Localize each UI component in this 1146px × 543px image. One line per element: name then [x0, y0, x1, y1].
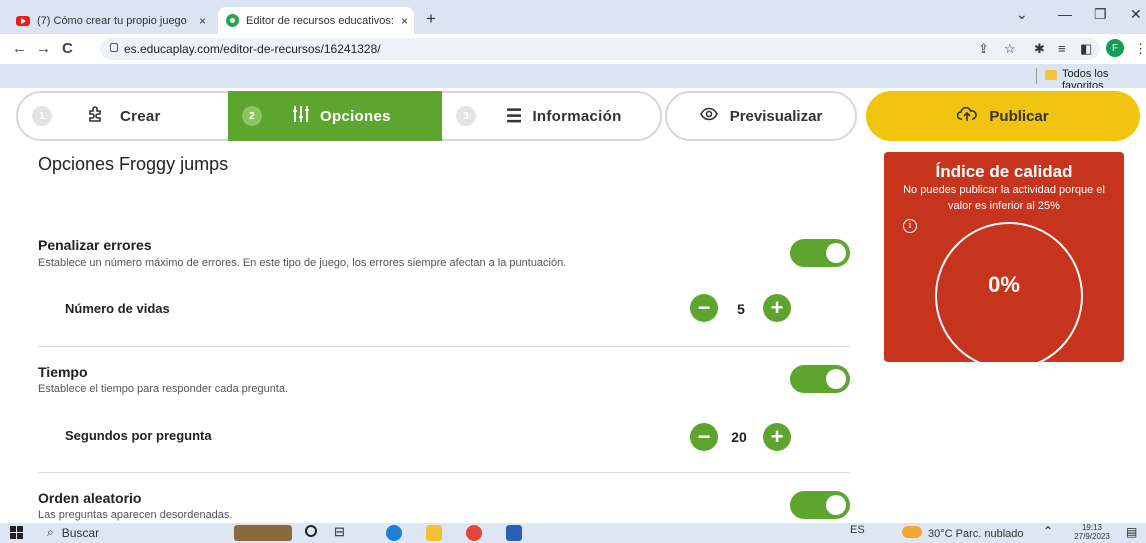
- chevron-up-icon[interactable]: ⌃: [1043, 524, 1053, 538]
- educaplay-favicon-icon: [226, 14, 239, 27]
- tab-title: Editor de recursos educativos:: [246, 14, 394, 27]
- random-order-toggle[interactable]: [790, 491, 850, 519]
- folder-icon: [1045, 70, 1057, 80]
- browser-tab-youtube[interactable]: (7) Cómo crear tu propio juego ×: [8, 7, 214, 34]
- seconds-decrement-button[interactable]: −: [690, 423, 718, 451]
- step-number: 2: [242, 106, 262, 126]
- cortana-icon[interactable]: [305, 525, 317, 537]
- weather-text[interactable]: 30°C Parc. nublado: [928, 528, 1024, 540]
- file-explorer-icon[interactable]: [426, 525, 442, 541]
- search-icon: ⌕: [47, 525, 54, 539]
- lives-label: Número de vidas: [65, 301, 170, 316]
- lock-icon: [110, 43, 118, 52]
- bookmark-star-icon[interactable]: ☆: [1004, 41, 1016, 57]
- step-opciones[interactable]: 2 Opciones: [228, 91, 442, 141]
- time-toggle[interactable]: [790, 365, 850, 393]
- info-icon[interactable]: i: [903, 219, 917, 233]
- quality-title: Índice de calidad: [935, 162, 1073, 181]
- youtube-favicon-icon: [16, 15, 30, 26]
- step-number: 3: [456, 106, 476, 126]
- clock-date: 27/9/2023: [1074, 532, 1110, 541]
- tab-title: (7) Cómo crear tu propio juego: [37, 14, 187, 27]
- extensions-icon[interactable]: ✱: [1034, 41, 1045, 57]
- eye-icon: [699, 107, 718, 125]
- taskbar-search[interactable]: ⌕ Buscar: [47, 525, 99, 540]
- publish-button[interactable]: Publicar: [866, 91, 1140, 141]
- quality-index-card: Índice de calidad No puedes publicar la …: [884, 152, 1124, 370]
- edge-icon[interactable]: [386, 525, 402, 541]
- puzzle-icon: [86, 104, 106, 129]
- section-divider: [38, 346, 850, 347]
- step-crear[interactable]: 1 Crear: [16, 91, 228, 141]
- penalize-title: Penalizar errores: [38, 237, 152, 253]
- close-tab-icon[interactable]: ×: [199, 14, 206, 28]
- random-order-title: Orden aleatorio: [38, 490, 142, 506]
- word-icon[interactable]: [506, 525, 522, 541]
- step-label: Información: [532, 107, 622, 125]
- clock-time: 19:13: [1081, 523, 1103, 532]
- new-tab-button[interactable]: +: [426, 9, 436, 29]
- lives-increment-button[interactable]: +: [763, 294, 791, 322]
- minimize-icon[interactable]: —: [1058, 6, 1072, 22]
- reload-icon[interactable]: C: [62, 40, 73, 57]
- sliders-icon: [292, 105, 310, 128]
- section-divider: [38, 472, 850, 473]
- step-label: Crear: [120, 107, 161, 125]
- reading-list-icon[interactable]: ≡: [1058, 41, 1066, 56]
- forward-icon[interactable]: →: [36, 40, 51, 57]
- seconds-increment-button[interactable]: +: [763, 423, 791, 451]
- menu-icon[interactable]: ⋮: [1134, 41, 1146, 57]
- taskbar-clock[interactable]: 19:13 27/9/2023: [1068, 523, 1116, 543]
- input-language[interactable]: ES: [850, 524, 865, 536]
- bookmarks-divider: [1036, 68, 1037, 84]
- url-input[interactable]: es.educaplay.com/editor-de-recursos/1624…: [100, 38, 1100, 60]
- step-informacion[interactable]: 3 ☰ Información: [442, 91, 662, 141]
- weather-icon: [902, 526, 922, 538]
- page-title: Opciones Froggy jumps: [38, 154, 229, 174]
- share-icon[interactable]: ⇪: [978, 41, 989, 57]
- close-tab-icon[interactable]: ×: [401, 14, 408, 28]
- list-icon: ☰: [506, 105, 523, 126]
- penalize-description: Establece un número máximo de errores. E…: [38, 257, 567, 269]
- quality-message: No puedes publicar la actividad porque e…: [903, 184, 1105, 212]
- bookmarks-bar: [0, 64, 1146, 88]
- back-icon[interactable]: ←: [12, 40, 27, 57]
- lives-decrement-button[interactable]: −: [690, 294, 718, 322]
- step-number: 1: [32, 106, 52, 126]
- profile-avatar[interactable]: F: [1106, 39, 1124, 57]
- cloud-upload-icon: [957, 106, 978, 126]
- seconds-value: 20: [731, 429, 747, 445]
- chrome-icon[interactable]: [466, 525, 482, 541]
- preview-button[interactable]: Previsualizar: [665, 91, 857, 141]
- search-placeholder: Buscar: [61, 525, 100, 540]
- seconds-label: Segundos por pregunta: [65, 428, 212, 443]
- task-view-icon[interactable]: ⊟: [334, 524, 345, 540]
- tab-search-icon[interactable]: ⌄: [1016, 6, 1028, 23]
- publish-label: Publicar: [989, 107, 1049, 125]
- notification-icon[interactable]: ▤: [1126, 525, 1137, 539]
- time-description: Establece el tiempo para responder cada …: [38, 383, 289, 395]
- random-order-description: Las preguntas aparecen desordenadas.: [38, 509, 233, 521]
- restore-icon[interactable]: ❐: [1094, 6, 1107, 23]
- time-title: Tiempo: [38, 364, 88, 380]
- close-window-icon[interactable]: ✕: [1130, 6, 1142, 23]
- browser-tab-educaplay[interactable]: Editor de recursos educativos: ×: [218, 7, 414, 34]
- penalize-toggle[interactable]: [790, 239, 850, 267]
- step-label: Opciones: [320, 107, 391, 125]
- lives-value: 5: [737, 301, 745, 317]
- side-panel-icon[interactable]: ◧: [1080, 41, 1092, 57]
- taskbar-widget-image-icon[interactable]: [234, 525, 292, 541]
- quality-percent: 0%: [988, 272, 1020, 297]
- windows-start-icon[interactable]: [10, 526, 24, 540]
- preview-label: Previsualizar: [729, 107, 823, 125]
